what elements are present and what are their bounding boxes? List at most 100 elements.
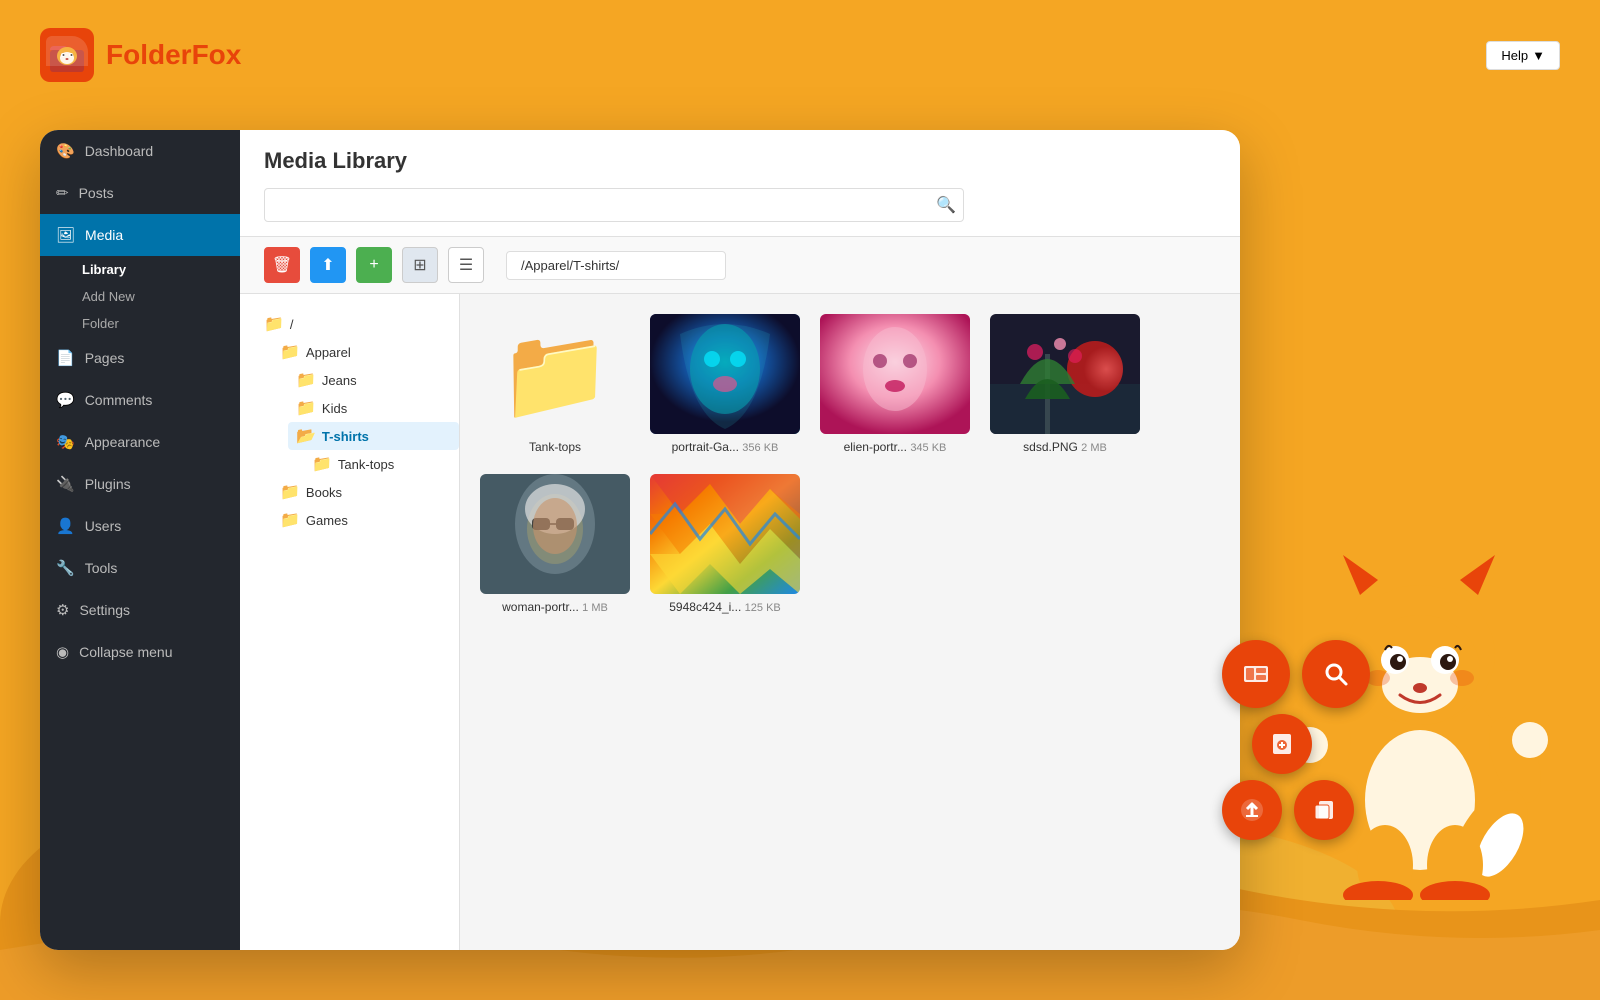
folder-icon-root: 📁 <box>264 314 284 334</box>
path-bar: /Apparel/T-shirts/ <box>506 251 726 280</box>
logo-icon <box>40 28 94 82</box>
folder-icon-apparel: 📁 <box>280 342 300 362</box>
main-area: Media Library 🔍 🗑 ⬆ + ⊞ ☰ <box>240 130 1240 950</box>
media-item-portrait-ga[interactable]: portrait-Ga... 356 KB <box>650 314 800 454</box>
folder-icon-jeans: 📁 <box>296 370 316 390</box>
sidebar-sub-label-library: Library <box>82 262 126 277</box>
add-media-action-button[interactable] <box>1252 714 1312 774</box>
copy-action-button[interactable] <box>1294 780 1354 840</box>
folder-tree: 📁 / 📁 Apparel 📁 Jeans 📁 Kids 📂 T- <box>240 294 460 950</box>
media-item-woman-portr[interactable]: woman-portr... 1 MB <box>480 474 630 614</box>
search-input[interactable] <box>264 188 964 222</box>
sidebar-item-collapse[interactable]: ◉ Collapse menu <box>40 631 240 673</box>
sidebar-label-media: Media <box>85 227 123 243</box>
sidebar-sub-label-folder: Folder <box>82 316 119 331</box>
sidebar-sub-library[interactable]: Library <box>40 256 240 283</box>
tree-item-apparel[interactable]: 📁 Apparel <box>272 338 459 366</box>
image-elien-portr <box>820 314 970 434</box>
tree-label-root: / <box>290 317 294 332</box>
content-area: 📁 / 📁 Apparel 📁 Jeans 📁 Kids 📂 T- <box>240 294 1240 950</box>
help-button[interactable]: Help ▼ <box>1486 41 1560 70</box>
tree-item-jeans[interactable]: 📁 Jeans <box>288 366 459 394</box>
sidebar: 🎨 Dashboard ✏ Posts 🖼 Media Library Add … <box>40 130 240 950</box>
media-item-tank-tops[interactable]: 📁 Tank-tops <box>480 314 630 454</box>
tree-item-kids[interactable]: 📁 Kids <box>288 394 459 422</box>
folder-thumb-tank-tops: 📁 <box>480 314 630 434</box>
sidebar-item-media[interactable]: 🖼 Media <box>40 214 240 256</box>
action-row-top <box>1222 640 1370 708</box>
appearance-icon: 🎭 <box>56 433 75 451</box>
sidebar-item-pages[interactable]: 📄 Pages <box>40 337 240 379</box>
sidebar-item-plugins[interactable]: 🔌 Plugins <box>40 463 240 505</box>
delete-button[interactable]: 🗑 <box>264 247 300 283</box>
sidebar-label-settings: Settings <box>79 602 130 618</box>
tree-item-tanktops[interactable]: 📁 Tank-tops <box>304 450 459 478</box>
folder-cyan-icon: 📁 <box>499 322 611 427</box>
tree-item-games[interactable]: 📁 Games <box>272 506 459 534</box>
tools-icon: 🔧 <box>56 559 75 577</box>
tree-item-books[interactable]: 📁 Books <box>272 478 459 506</box>
sidebar-label-comments: Comments <box>85 392 153 408</box>
search-bar-row: 🔍 <box>264 188 1216 236</box>
thumb-elien-portr <box>820 314 970 434</box>
sidebar-item-settings[interactable]: ⚙ Settings <box>40 589 240 631</box>
media-label-5948c424: 5948c424_i... 125 KB <box>669 600 781 614</box>
main-header: Media Library 🔍 <box>240 130 1240 237</box>
media-label-woman-portr: woman-portr... 1 MB <box>502 600 608 614</box>
posts-icon: ✏ <box>56 184 69 202</box>
add-folder-button[interactable]: + <box>356 247 392 283</box>
search-submit-button[interactable]: 🔍 <box>936 195 956 215</box>
sidebar-item-users[interactable]: 👤 Users <box>40 505 240 547</box>
sidebar-sub-folder[interactable]: Folder <box>40 310 240 337</box>
logo-part2: Fox <box>192 39 242 70</box>
upload-action-button[interactable] <box>1222 780 1282 840</box>
gallery-action-button[interactable] <box>1222 640 1290 708</box>
add-folder-icon: + <box>369 256 378 274</box>
media-label-sdsd: sdsd.PNG 2 MB <box>1023 440 1107 454</box>
grid-area: 📁 Tank-tops <box>460 294 1240 950</box>
grid-view-button[interactable]: ⊞ <box>402 247 438 283</box>
tree-label-tshirts: T-shirts <box>322 429 369 444</box>
search-action-button[interactable] <box>1302 640 1370 708</box>
media-item-sdsd[interactable]: sdsd.PNG 2 MB <box>990 314 1140 454</box>
upload-button[interactable]: ⬆ <box>310 247 346 283</box>
sidebar-item-posts[interactable]: ✏ Posts <box>40 172 240 214</box>
image-portrait-ga <box>650 314 800 434</box>
action-buttons-panel <box>1222 640 1370 840</box>
tree-item-root[interactable]: 📁 / <box>256 310 459 338</box>
media-label-portrait-ga: portrait-Ga... 356 KB <box>672 440 779 454</box>
page-title: Media Library <box>264 148 1216 174</box>
sidebar-item-dashboard[interactable]: 🎨 Dashboard <box>40 130 240 172</box>
tree-label-tanktops: Tank-tops <box>338 457 394 472</box>
logo-area: FolderFox <box>40 28 241 82</box>
media-icon: 🖼 <box>56 226 75 244</box>
logo-part1: Folder <box>106 39 192 70</box>
search-input-wrap: 🔍 <box>264 188 964 222</box>
grid-icon: ⊞ <box>413 255 426 275</box>
media-item-5948c424[interactable]: 5948c424_i... 125 KB <box>650 474 800 614</box>
sidebar-label-appearance: Appearance <box>85 434 161 450</box>
comments-icon: 💬 <box>56 391 75 409</box>
folder-icon-tshirts: 📂 <box>296 426 316 446</box>
tree-label-games: Games <box>306 513 348 528</box>
sidebar-item-comments[interactable]: 💬 Comments <box>40 379 240 421</box>
sidebar-sub-label-addnew: Add New <box>82 289 135 304</box>
media-label-tank-tops: Tank-tops <box>529 440 581 454</box>
sidebar-sub-addnew[interactable]: Add New <box>40 283 240 310</box>
folder-icon-kids: 📁 <box>296 398 316 418</box>
folder-icon-games: 📁 <box>280 510 300 530</box>
media-item-elien-portr[interactable]: elien-portr... 345 KB <box>820 314 970 454</box>
dashboard-icon: 🎨 <box>56 142 75 160</box>
folder-icon-tanktops: 📁 <box>312 454 332 474</box>
list-view-button[interactable]: ☰ <box>448 247 484 283</box>
sidebar-item-tools[interactable]: 🔧 Tools <box>40 547 240 589</box>
sidebar-item-appearance[interactable]: 🎭 Appearance <box>40 421 240 463</box>
thumb-woman-portr <box>480 474 630 594</box>
sidebar-label-posts: Posts <box>79 185 114 201</box>
trash-icon: 🗑 <box>272 255 292 275</box>
plugins-icon: 🔌 <box>56 475 75 493</box>
thumb-5948c424 <box>650 474 800 594</box>
sidebar-label-dashboard: Dashboard <box>85 143 154 159</box>
tree-item-tshirts[interactable]: 📂 T-shirts <box>288 422 459 450</box>
users-icon: 👤 <box>56 517 75 535</box>
